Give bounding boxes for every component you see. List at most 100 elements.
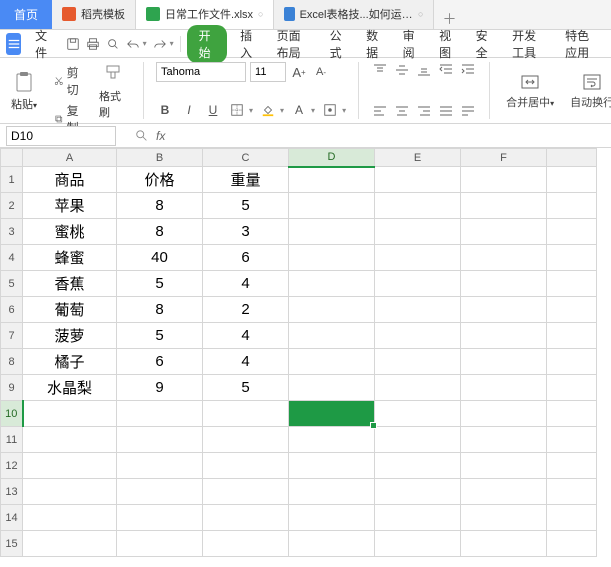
row-header[interactable]: 10	[1, 401, 23, 427]
cell[interactable]: 4	[203, 271, 289, 297]
cell[interactable]	[547, 453, 597, 479]
cell[interactable]	[375, 427, 461, 453]
row-header[interactable]: 11	[1, 427, 23, 453]
justify-icon[interactable]	[437, 103, 455, 119]
cell[interactable]	[461, 505, 547, 531]
font-name-select[interactable]	[156, 62, 246, 82]
cell[interactable]	[117, 531, 203, 557]
cell[interactable]	[547, 167, 597, 193]
chevron-down-icon[interactable]: ▾	[311, 106, 315, 115]
cell[interactable]	[289, 531, 375, 557]
row-header[interactable]: 15	[1, 531, 23, 557]
cell[interactable]: 4	[203, 323, 289, 349]
merge-center-button[interactable]: 合并居中▾	[502, 62, 558, 119]
ribbon-tab-layout[interactable]: 页面布局	[270, 24, 317, 64]
cell[interactable]	[23, 531, 117, 557]
indent-increase-icon[interactable]	[459, 62, 477, 78]
distribute-icon[interactable]	[459, 103, 477, 119]
ribbon-tab-review[interactable]: 审阅	[396, 24, 427, 64]
cell[interactable]	[289, 271, 375, 297]
cell[interactable]: 8	[117, 297, 203, 323]
cell[interactable]	[203, 479, 289, 505]
chevron-down-icon[interactable]: ▾	[170, 39, 174, 48]
cell[interactable]	[461, 401, 547, 427]
cell[interactable]	[289, 219, 375, 245]
align-middle-icon[interactable]	[393, 62, 411, 78]
cell[interactable]	[289, 479, 375, 505]
cell[interactable]: 9	[117, 375, 203, 401]
col-header-F[interactable]: F	[461, 149, 547, 167]
cell[interactable]	[375, 479, 461, 505]
cell[interactable]	[289, 167, 375, 193]
cell[interactable]: 5	[203, 193, 289, 219]
col-header-G[interactable]	[547, 149, 597, 167]
style-button[interactable]	[321, 101, 339, 119]
cell[interactable]	[461, 219, 547, 245]
cell[interactable]	[461, 297, 547, 323]
cell[interactable]	[375, 219, 461, 245]
row-header[interactable]: 9	[1, 375, 23, 401]
bold-button[interactable]: B	[156, 101, 174, 119]
chevron-down-icon[interactable]: ▾	[143, 39, 147, 48]
align-center-icon[interactable]	[393, 103, 411, 119]
chevron-down-icon[interactable]: ▾	[249, 106, 253, 115]
cell[interactable]	[375, 245, 461, 271]
col-header-D[interactable]: D	[289, 149, 375, 167]
ribbon-tab-insert[interactable]: 插入	[233, 24, 264, 64]
cell[interactable]	[461, 167, 547, 193]
cell[interactable]	[461, 479, 547, 505]
cell[interactable]: 2	[203, 297, 289, 323]
cell[interactable]	[547, 271, 597, 297]
cell[interactable]	[203, 531, 289, 557]
cell[interactable]	[23, 427, 117, 453]
row-header[interactable]: 8	[1, 349, 23, 375]
fx-search-icon[interactable]	[134, 128, 150, 144]
align-left-icon[interactable]	[371, 103, 389, 119]
font-grow-icon[interactable]: A+	[290, 63, 308, 81]
cell[interactable]	[547, 505, 597, 531]
cell[interactable]: 葡萄	[23, 297, 117, 323]
paste-button[interactable]: 粘贴▾	[6, 62, 42, 119]
format-painter-button[interactable]: 格式刷	[95, 62, 131, 119]
cell[interactable]: 水晶梨	[23, 375, 117, 401]
chevron-down-icon[interactable]: ▾	[342, 106, 346, 115]
cell[interactable]: 8	[117, 193, 203, 219]
cell[interactable]: 6	[117, 349, 203, 375]
cell[interactable]	[23, 401, 117, 427]
ribbon-tab-formula[interactable]: 公式	[323, 24, 354, 64]
cell[interactable]: 橘子	[23, 349, 117, 375]
cell[interactable]	[289, 375, 375, 401]
cell[interactable]: 3	[203, 219, 289, 245]
underline-button[interactable]: U	[204, 101, 222, 119]
col-header-E[interactable]: E	[375, 149, 461, 167]
cell[interactable]	[203, 401, 289, 427]
cell[interactable]	[289, 297, 375, 323]
cell[interactable]	[289, 505, 375, 531]
cell[interactable]	[375, 167, 461, 193]
formula-input[interactable]	[171, 126, 334, 146]
cell[interactable]: 5	[117, 271, 203, 297]
fx-label[interactable]: fx	[156, 129, 165, 143]
align-top-icon[interactable]	[371, 62, 389, 78]
cut-button[interactable]: 剪切	[50, 62, 87, 100]
cell[interactable]	[375, 349, 461, 375]
row-header[interactable]: 6	[1, 297, 23, 323]
cell[interactable]	[547, 479, 597, 505]
cell[interactable]: 价格	[117, 167, 203, 193]
ribbon-tab-dev[interactable]: 开发工具	[505, 24, 552, 64]
ribbon-tab-start[interactable]: 开始	[187, 25, 228, 63]
row-header[interactable]: 14	[1, 505, 23, 531]
cell[interactable]: 重量	[203, 167, 289, 193]
cell[interactable]	[375, 297, 461, 323]
cell[interactable]: 蜂蜜	[23, 245, 117, 271]
tab-template[interactable]: 稻壳模板	[52, 0, 136, 29]
italic-button[interactable]: I	[180, 101, 198, 119]
ribbon-tab-security[interactable]: 安全	[469, 24, 500, 64]
cell[interactable]	[289, 193, 375, 219]
ribbon-tab-data[interactable]: 数据	[359, 24, 390, 64]
cell[interactable]	[375, 375, 461, 401]
cell[interactable]	[547, 349, 597, 375]
align-right-icon[interactable]	[415, 103, 433, 119]
row-header[interactable]: 12	[1, 453, 23, 479]
cell[interactable]	[23, 505, 117, 531]
